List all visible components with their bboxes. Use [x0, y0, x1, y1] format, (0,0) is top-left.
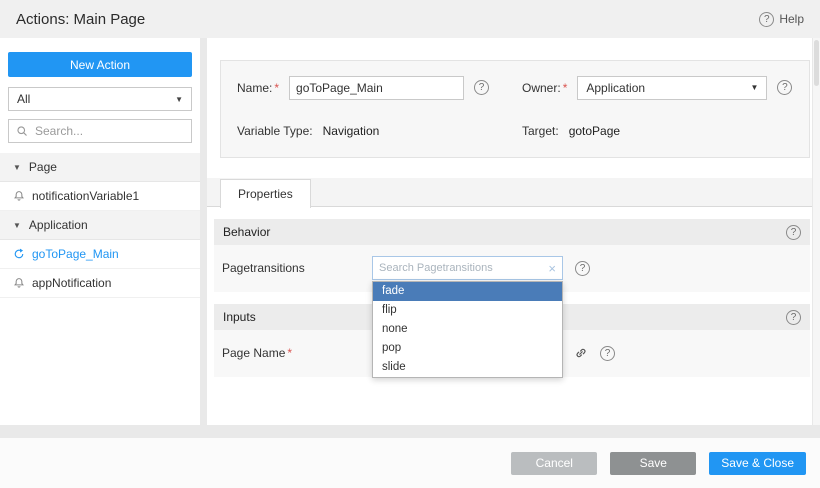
inputs-title: Inputs: [223, 310, 256, 324]
notification-bell-icon: [13, 277, 25, 289]
pagetransitions-search[interactable]: ×: [372, 256, 563, 280]
help-button[interactable]: ? Help: [759, 12, 804, 27]
search-input[interactable]: [33, 123, 184, 139]
scrollbar-thumb[interactable]: [814, 40, 819, 86]
tree-item-label: notificationVariable1: [32, 189, 139, 203]
search-icon: [16, 125, 28, 137]
chevron-down-icon: ▼: [175, 95, 183, 104]
notification-bell-icon: [13, 190, 25, 202]
tree-item-appNotification[interactable]: appNotification: [0, 269, 200, 298]
collapse-icon: ▼: [13, 163, 21, 172]
form-row-bottom: Variable Type: Navigation Target: gotoPa…: [221, 109, 809, 152]
owner-value: Application: [586, 81, 645, 95]
required-mark: *: [287, 346, 292, 360]
pagetransitions-search-input[interactable]: [373, 262, 548, 274]
behavior-help-icon[interactable]: ?: [786, 225, 801, 240]
pagetransitions-dropdown: fade flip none pop slide: [372, 281, 563, 378]
owner-label: Owner:: [522, 81, 561, 95]
help-label: Help: [779, 12, 804, 26]
target-value: gotoPage: [569, 124, 620, 138]
pagetransitions-label: Pagetransitions: [222, 261, 372, 275]
vertical-scrollbar[interactable]: [812, 38, 820, 425]
dropdown-option-pop[interactable]: pop: [373, 339, 562, 358]
tree-item-notificationVariable1[interactable]: notificationVariable1: [0, 182, 200, 211]
dropdown-option-flip[interactable]: flip: [373, 301, 562, 320]
name-input[interactable]: [289, 76, 464, 100]
save-close-button[interactable]: Save & Close: [709, 452, 806, 475]
action-tree: ▼ Page notificationVariable1 ▼ Applicati…: [0, 153, 200, 298]
required-mark: *: [274, 81, 279, 95]
behavior-section: Behavior ? Pagetransitions × fade flip n…: [214, 219, 810, 292]
collapse-icon: ▼: [13, 221, 21, 230]
behavior-section-body: Pagetransitions × fade flip none pop sli…: [214, 245, 810, 292]
save-button[interactable]: Save: [610, 452, 696, 475]
tree-group-label: Application: [29, 218, 88, 232]
target-label: Target:: [522, 124, 559, 138]
search-box[interactable]: [8, 119, 192, 143]
dropdown-option-none[interactable]: none: [373, 320, 562, 339]
tab-properties[interactable]: Properties: [220, 179, 311, 208]
name-label: Name:: [237, 81, 272, 95]
tree-item-label: appNotification: [32, 276, 111, 290]
sidebar: New Action All ▼ ▼ Page notificationVari: [0, 38, 200, 425]
footer: Cancel Save Save & Close: [0, 438, 820, 488]
owner-select[interactable]: Application ▼: [577, 76, 767, 100]
pagetransitions-combobox: × fade flip none pop slide: [372, 256, 563, 280]
header: Actions: Main Page ? Help: [0, 0, 820, 38]
main-panel: Name:* ? Owner:* Application ▼ ? Variabl…: [207, 38, 820, 425]
tree-group-label: Page: [29, 160, 57, 174]
goto-action-icon: [13, 248, 25, 260]
pagetransitions-help-icon[interactable]: ?: [575, 261, 590, 276]
owner-help-icon[interactable]: ?: [777, 80, 792, 95]
cancel-button[interactable]: Cancel: [511, 452, 597, 475]
action-form: Name:* ? Owner:* Application ▼ ? Variabl…: [220, 60, 810, 158]
required-mark: *: [563, 81, 568, 95]
dropdown-option-slide[interactable]: slide: [373, 358, 562, 377]
page-name-label: Page Name*: [222, 346, 372, 360]
variable-type-value: Navigation: [323, 124, 380, 138]
tab-bar: Properties: [207, 178, 820, 207]
dropdown-option-fade[interactable]: fade: [373, 282, 562, 301]
variable-type-label: Variable Type:: [237, 124, 313, 138]
chevron-down-icon: ▼: [750, 83, 758, 92]
filter-value: All: [17, 92, 30, 106]
name-help-icon[interactable]: ?: [474, 80, 489, 95]
tree-item-goToPage_Main[interactable]: goToPage_Main: [0, 240, 200, 269]
tree-group-application[interactable]: ▼ Application: [0, 211, 200, 240]
page-title: Actions: Main Page: [16, 11, 145, 28]
behavior-section-header: Behavior ?: [214, 219, 810, 245]
tree-group-page[interactable]: ▼ Page: [0, 153, 200, 182]
form-row-top: Name:* ? Owner:* Application ▼ ?: [221, 66, 809, 109]
clear-icon[interactable]: ×: [548, 261, 562, 276]
new-action-button[interactable]: New Action: [8, 52, 192, 77]
behavior-title: Behavior: [223, 225, 270, 239]
filter-dropdown[interactable]: All ▼: [8, 87, 192, 111]
link-binding-icon[interactable]: [574, 346, 588, 360]
tree-item-label: goToPage_Main: [32, 247, 119, 261]
inputs-help-icon[interactable]: ?: [786, 310, 801, 325]
page-name-help-icon[interactable]: ?: [600, 346, 615, 361]
help-icon: ?: [759, 12, 774, 27]
